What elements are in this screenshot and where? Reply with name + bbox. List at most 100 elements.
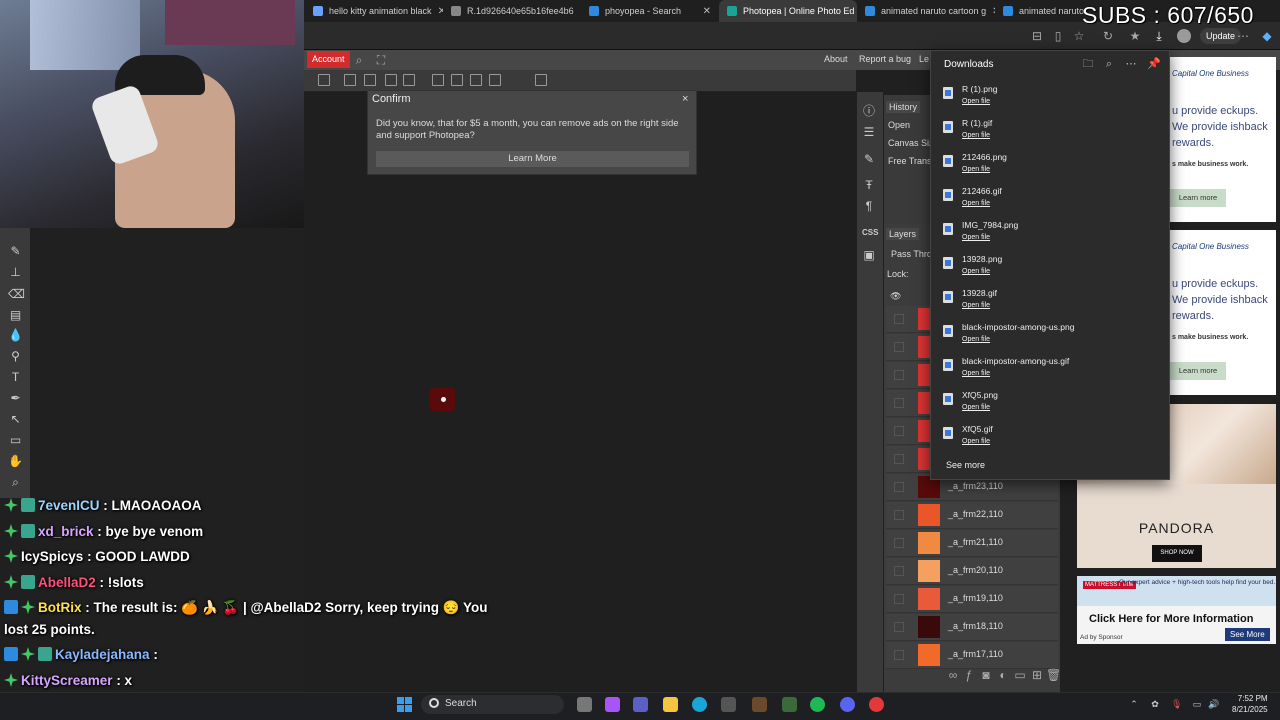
brush-settings-icon[interactable]: ✎ bbox=[862, 152, 876, 166]
chat-username[interactable]: BotRix bbox=[38, 600, 82, 615]
open-file-link[interactable]: Open file bbox=[962, 200, 990, 207]
open-file-link[interactable]: Open file bbox=[962, 370, 990, 377]
more-menu-icon[interactable]: ⋯ bbox=[1236, 29, 1250, 43]
reading-view-icon[interactable]: ▯ bbox=[1051, 29, 1065, 43]
mattress-firm-ad[interactable]: MATTRESS FIRM Our expert advice + high-t… bbox=[1077, 576, 1276, 644]
visibility-toggle[interactable] bbox=[894, 622, 904, 632]
tab-layers[interactable]: Layers bbox=[886, 228, 920, 240]
distribute-vertical-icon[interactable] bbox=[489, 74, 501, 86]
align-top-icon[interactable] bbox=[432, 74, 444, 86]
file-explorer-icon[interactable] bbox=[663, 697, 678, 712]
close-icon[interactable]: × bbox=[682, 93, 688, 105]
menu-learn[interactable]: Le bbox=[919, 54, 929, 64]
hand-tool-icon[interactable]: ✋ bbox=[8, 454, 23, 469]
gradient-tool-icon[interactable]: ▤ bbox=[8, 308, 23, 323]
see-more-link[interactable]: See more bbox=[946, 460, 985, 470]
brush-tool-icon[interactable]: ✎ bbox=[8, 244, 23, 259]
export-icon[interactable] bbox=[318, 74, 330, 86]
layer-row[interactable]: _a_frm20,110 bbox=[886, 558, 1058, 585]
delete-layer-icon[interactable]: 🗑 bbox=[1046, 668, 1061, 682]
discord-icon[interactable] bbox=[840, 697, 855, 712]
stamp-tool-icon[interactable]: ⊥ bbox=[8, 265, 23, 280]
app-icon[interactable] bbox=[782, 697, 797, 712]
download-item[interactable]: 13928.gif Open file bbox=[940, 287, 1160, 317]
menu-about[interactable]: About bbox=[824, 54, 848, 64]
history-item[interactable]: Canvas Siz bbox=[888, 138, 934, 148]
learn-more-button[interactable]: Learn More bbox=[376, 151, 689, 167]
open-file-link[interactable]: Open file bbox=[962, 302, 990, 309]
volume-icon[interactable]: 🔊 bbox=[1208, 699, 1219, 709]
favorite-star-icon[interactable]: ☆ bbox=[1072, 29, 1086, 43]
chrome-icon[interactable] bbox=[869, 697, 884, 712]
visibility-toggle[interactable] bbox=[894, 566, 904, 576]
download-icon[interactable]: ⤓ bbox=[1152, 29, 1166, 43]
open-file-link[interactable]: Open file bbox=[962, 166, 990, 173]
type-tool-icon[interactable]: T bbox=[8, 370, 23, 385]
align-right-icon[interactable] bbox=[385, 74, 397, 86]
shop-now-button[interactable]: SHOP NOW bbox=[1152, 545, 1202, 562]
chevron-up-icon[interactable]: ⌃ bbox=[1129, 699, 1139, 709]
mic-icon[interactable]: 🎙 bbox=[1171, 699, 1182, 709]
open-file-link[interactable]: Open file bbox=[962, 404, 990, 411]
search-icon[interactable]: ⌕ bbox=[352, 53, 366, 67]
layer-mask-icon[interactable]: ◙ bbox=[979, 668, 993, 682]
close-icon[interactable]: ✕ bbox=[703, 6, 711, 17]
layer-row[interactable]: _a_frm21,110 bbox=[886, 530, 1058, 557]
visibility-toggle[interactable] bbox=[894, 454, 904, 464]
layer-row[interactable]: _a_frm18,110 bbox=[886, 614, 1058, 641]
browser-tab[interactable]: animated naruto cartoon g✕ bbox=[857, 0, 995, 22]
link-layers-icon[interactable]: ∞ bbox=[946, 668, 960, 682]
network-icon[interactable]: ▭ bbox=[1192, 699, 1202, 709]
copilot-icon[interactable]: ◆ bbox=[1260, 29, 1274, 43]
profile-avatar[interactable] bbox=[1177, 29, 1191, 43]
open-file-link[interactable]: Open file bbox=[962, 234, 990, 241]
see-more-button[interactable]: See More bbox=[1225, 628, 1270, 641]
ad-learn-more-button[interactable]: Learn more bbox=[1170, 189, 1226, 207]
chat-username[interactable]: AbellaD2 bbox=[38, 575, 96, 590]
grid-icon[interactable] bbox=[535, 74, 547, 86]
visibility-toggle[interactable] bbox=[894, 538, 904, 548]
open-file-link[interactable]: Open file bbox=[962, 132, 990, 139]
capital-one-ad[interactable]: Capital One Business u provide eckups. W… bbox=[1170, 57, 1276, 222]
account-button[interactable]: Account bbox=[307, 51, 350, 68]
browser-tab[interactable]: hello kitty animation black ✕ bbox=[305, 0, 443, 22]
capital-one-ad[interactable]: Capital One Business u provide eckups. W… bbox=[1170, 230, 1276, 395]
distribute-icon[interactable] bbox=[403, 74, 415, 86]
update-button[interactable]: Update bbox=[1200, 28, 1242, 44]
minecraft-icon[interactable] bbox=[752, 697, 767, 712]
css-icon[interactable]: CSS bbox=[862, 226, 878, 240]
align-bottom-icon[interactable] bbox=[470, 74, 482, 86]
image-icon[interactable]: ▣ bbox=[862, 248, 876, 262]
align-left-icon[interactable] bbox=[344, 74, 356, 86]
chat-username[interactable]: xd_brick bbox=[38, 524, 94, 539]
ad-learn-more-button[interactable]: Learn more bbox=[1170, 362, 1226, 380]
layer-effects-icon[interactable]: ƒ bbox=[962, 668, 976, 682]
menu-report-bug[interactable]: Report a bug bbox=[859, 54, 911, 64]
app-tray-icon[interactable]: ✿ bbox=[1150, 699, 1160, 709]
pin-icon[interactable]: 📌 bbox=[1147, 58, 1161, 70]
download-item[interactable]: XfQ5.gif Open file bbox=[940, 423, 1160, 453]
visibility-toggle[interactable] bbox=[894, 342, 904, 352]
open-file-link[interactable]: Open file bbox=[962, 336, 990, 343]
character-icon[interactable]: Ŧ bbox=[862, 178, 876, 192]
dodge-tool-icon[interactable]: ⚲ bbox=[8, 349, 23, 364]
teams-icon[interactable] bbox=[633, 697, 648, 712]
open-file-link[interactable]: Open file bbox=[962, 438, 990, 445]
canvas-image[interactable] bbox=[430, 388, 455, 411]
layer-row[interactable]: _a_frm22,110 bbox=[886, 502, 1058, 529]
zoom-tool-icon[interactable]: ⌕ bbox=[8, 475, 23, 490]
eraser-tool-icon[interactable]: ⌫ bbox=[8, 287, 25, 302]
tab-history[interactable]: History bbox=[886, 101, 921, 113]
edge-icon[interactable] bbox=[692, 697, 707, 712]
open-file-link[interactable]: Open file bbox=[962, 98, 990, 105]
folder-icon[interactable]: ▭ bbox=[1013, 668, 1027, 682]
open-folder-icon[interactable]: 🗀 bbox=[1082, 58, 1094, 70]
browser-tab[interactable]: phoyopea - Search ✕ bbox=[581, 0, 719, 22]
visibility-toggle[interactable] bbox=[894, 314, 904, 324]
chat-username[interactable]: 7evenICU bbox=[38, 498, 100, 513]
adjustment-layer-icon[interactable]: ◐ bbox=[996, 668, 1010, 682]
download-item[interactable]: black-impostor-among-us.png Open file bbox=[940, 321, 1160, 351]
store-icon[interactable] bbox=[721, 697, 736, 712]
more-options-icon[interactable]: ⋯ bbox=[1125, 58, 1137, 70]
shape-tool-icon[interactable]: ▭ bbox=[8, 433, 23, 448]
